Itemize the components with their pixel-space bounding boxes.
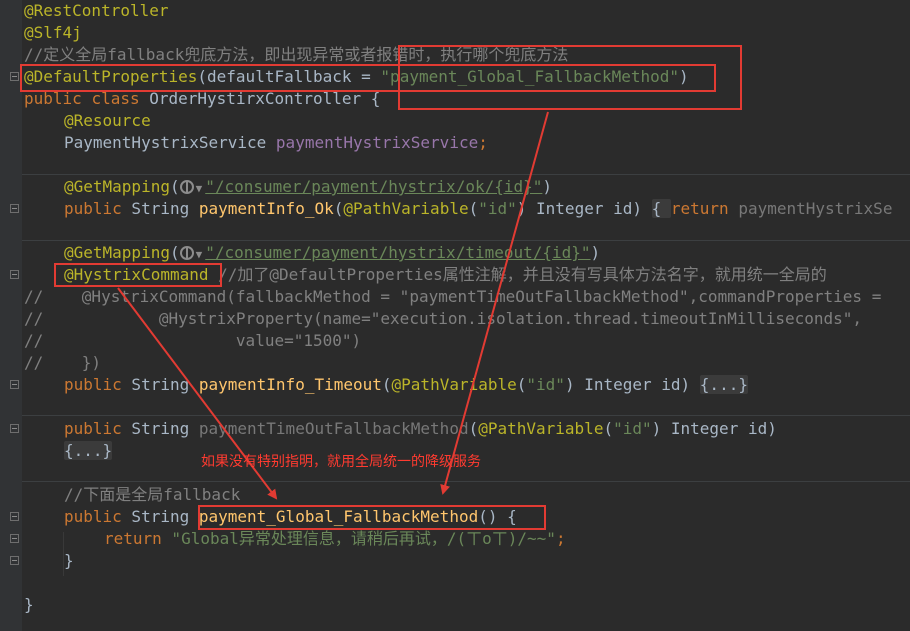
arrow-default-to-global bbox=[440, 111, 549, 495]
annotation-note: 如果没有特别指明，就用全局统一的降级服务 bbox=[201, 454, 481, 470]
annotation-arrows bbox=[117, 111, 549, 500]
